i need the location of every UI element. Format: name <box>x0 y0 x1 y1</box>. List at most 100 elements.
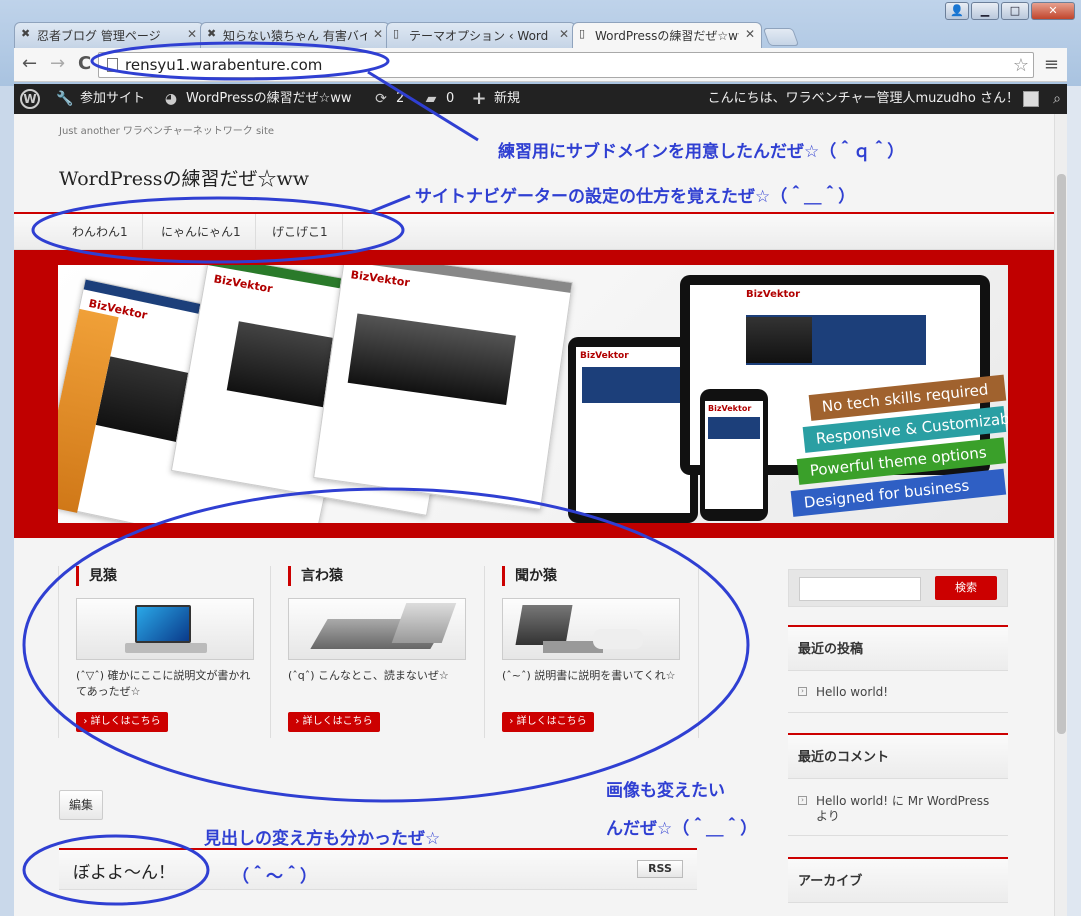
user-icon[interactable]: 👤 <box>945 2 969 20</box>
hand-shape <box>593 629 643 649</box>
brand-logo: BizVektor <box>746 289 801 300</box>
site-name-menu[interactable]: ◕ WordPressの練習だぜ☆ww <box>162 84 352 114</box>
phone-header <box>708 417 760 439</box>
brand-logo: BizVektor <box>580 351 629 361</box>
pr-block: 聞か猿 (ˆ~ˆ) 説明書に説明を書いてくれ☆ › 詳しくはこちら <box>502 566 714 738</box>
avatar <box>1023 91 1039 107</box>
new-content-menu[interactable]: + 新規 <box>470 84 520 114</box>
laptop-lid <box>391 603 457 643</box>
annotation-image: んだぜ☆（＾＿＾） <box>606 819 758 839</box>
window-controls: 👤 ▁ □ ✕ <box>945 2 1075 20</box>
close-icon[interactable]: ✕ <box>745 27 755 41</box>
scroll-thumb[interactable] <box>1057 174 1066 734</box>
rss-button[interactable]: RSS <box>637 860 683 878</box>
pr-title[interactable]: 聞か猿 <box>502 566 557 586</box>
pr-title[interactable]: 見猿 <box>76 566 117 586</box>
hero-image[interactable]: BizVektor BizVektor BizVektor BizVektor … <box>58 265 1008 523</box>
maximize-button[interactable]: □ <box>1001 2 1029 20</box>
divider <box>270 566 271 738</box>
pr-image[interactable] <box>76 598 254 660</box>
tab-title: WordPressの練習だぜ☆ww <box>595 29 739 43</box>
wp-logo-glyph: W <box>20 89 40 109</box>
pr-block: 見猿 (ˆ▽ˆ) 確かにここに説明文が書かれてあったぜ☆ › 詳しくはこちら <box>76 566 288 738</box>
annotation-subdomain: 練習用にサブドメインを用意したんだぜ☆（＾ｑ＾） <box>498 142 905 162</box>
recent-comment-link[interactable]: Hello world! に Mr WordPress より <box>816 794 989 823</box>
annotation-heading: 見出しの変え方も分かったぜ☆ <box>204 829 441 849</box>
bookmark-star-icon[interactable]: ☆ <box>1013 55 1029 76</box>
nav-item[interactable]: げこげこ1 <box>258 214 343 250</box>
pr-block: 言わ猿 (ˆqˆ) こんなとこ、読まないぜ☆ › 詳しくはこちら <box>288 566 500 738</box>
arrow-icon: › <box>798 796 807 805</box>
close-icon[interactable]: ✕ <box>373 27 383 41</box>
updates-menu[interactable]: ⟳ 2 <box>372 84 404 114</box>
address-bar[interactable]: ☆ <box>98 52 1034 78</box>
reload-icon[interactable]: C <box>78 55 91 73</box>
nav-item[interactable]: にゃんにゃん1 <box>147 214 256 250</box>
nav-item[interactable]: わんわん1 <box>58 214 143 250</box>
divider <box>58 566 59 738</box>
desktop-edge <box>1067 86 1081 916</box>
annotation-heading: （＾～＾） <box>232 867 317 887</box>
scrollbar[interactable] <box>1054 114 1067 916</box>
comments-menu[interactable]: ▰ 0 <box>422 84 455 114</box>
url-input[interactable] <box>125 55 985 75</box>
list-item[interactable]: › Hello world! に Mr WordPress より <box>788 794 1008 836</box>
pr-description: (ˆqˆ) こんなとこ、読まないぜ☆ <box>288 669 449 682</box>
back-icon[interactable]: ← <box>22 55 37 73</box>
pr-title[interactable]: 言わ猿 <box>288 566 343 586</box>
global-navigation: わんわん1 にゃんにゃん1 げこげこ1 <box>14 212 1054 250</box>
read-more-label: 詳しくはこちら <box>302 716 373 727</box>
recent-post-link[interactable]: Hello world! <box>816 685 888 699</box>
tablet-screen: BizVektor <box>576 347 690 513</box>
tablet-mockup: BizVektor <box>568 337 698 523</box>
wrench-icon: 🔧 <box>56 91 74 107</box>
pr-image[interactable] <box>502 598 680 660</box>
read-more-button[interactable]: › 詳しくはこちら <box>288 712 380 732</box>
sidebar-search: 検索 <box>788 569 1008 607</box>
greeting-text: こんにちは、ワラベンチャー管理人muzudho さん！ <box>707 91 1019 106</box>
site-tagline: Just another ワラベンチャーネットワーク site <box>59 126 275 137</box>
edit-button[interactable]: 編集 <box>59 790 103 820</box>
minimize-button[interactable]: ▁ <box>971 2 999 20</box>
browser-tab-active[interactable]: ▯ WordPressの練習だぜ☆ww ✕ <box>572 22 762 48</box>
close-icon[interactable]: ✕ <box>187 27 197 41</box>
pr-description: (ˆ~ˆ) 説明書に説明を書いてくれ☆ <box>502 669 676 682</box>
pr-description: (ˆ▽ˆ) 確かにここに説明文が書かれてあったぜ☆ <box>76 669 251 698</box>
my-account-menu[interactable]: こんにちは、ワラベンチャー管理人muzudho さん！ <box>708 84 1039 114</box>
tab-title: 知らない猿ちゃん 有害バイ <box>223 29 367 43</box>
arrow-icon: › <box>798 687 807 696</box>
search-input[interactable] <box>799 577 921 601</box>
laptop-screen <box>135 605 191 643</box>
site-title[interactable]: WordPressの練習だぜ☆ww <box>59 164 309 191</box>
new-tab-button[interactable] <box>762 28 800 46</box>
updates-count: 2 <box>396 91 405 106</box>
browser-tab[interactable]: ✖ 忍者ブログ 管理ページ ✕ <box>14 22 204 48</box>
site-name-label: WordPressの練習だぜ☆ww <box>186 91 352 106</box>
widget-title: 最近の投稿 <box>788 625 1008 671</box>
wp-admin-bar: W 🔧 参加サイト ◕ WordPressの練習だぜ☆ww ⟳ 2 ▰ 0 + … <box>14 84 1067 114</box>
search-icon[interactable]: ⌕ <box>1053 84 1061 114</box>
annotation-image: 画像も変えたい <box>606 781 725 801</box>
brand-logo: BizVektor <box>212 272 274 296</box>
page-icon: ▯ <box>393 27 400 40</box>
close-icon[interactable]: ✕ <box>559 27 569 41</box>
my-sites-menu[interactable]: 🔧 参加サイト <box>56 84 145 114</box>
forward-icon[interactable]: → <box>50 55 65 73</box>
tab-title: 忍者ブログ 管理ページ <box>37 29 161 43</box>
close-window-button[interactable]: ✕ <box>1031 2 1075 20</box>
new-label: 新規 <box>494 91 521 106</box>
pr-image[interactable] <box>288 598 466 660</box>
browser-tab[interactable]: ✖ 知らない猿ちゃん 有害バイ ✕ <box>200 22 390 48</box>
brand-logo: BizVektor <box>349 268 411 290</box>
widget-title: アーカイブ <box>788 857 1008 903</box>
search-button[interactable]: 検索 <box>935 576 997 600</box>
wp-logo-icon[interactable]: W <box>20 84 40 114</box>
divider <box>698 566 699 738</box>
menu-icon[interactable]: ≡ <box>1044 54 1059 75</box>
widget-title: 最近のコメント <box>788 733 1008 779</box>
list-item[interactable]: › Hello world! <box>788 685 1008 713</box>
read-more-button[interactable]: › 詳しくはこちら <box>502 712 594 732</box>
read-more-button[interactable]: › 詳しくはこちら <box>76 712 168 732</box>
browser-tab[interactable]: ▯ テーマオプション ‹ Word ✕ <box>386 22 576 48</box>
brand-logo: BizVektor <box>708 404 752 413</box>
